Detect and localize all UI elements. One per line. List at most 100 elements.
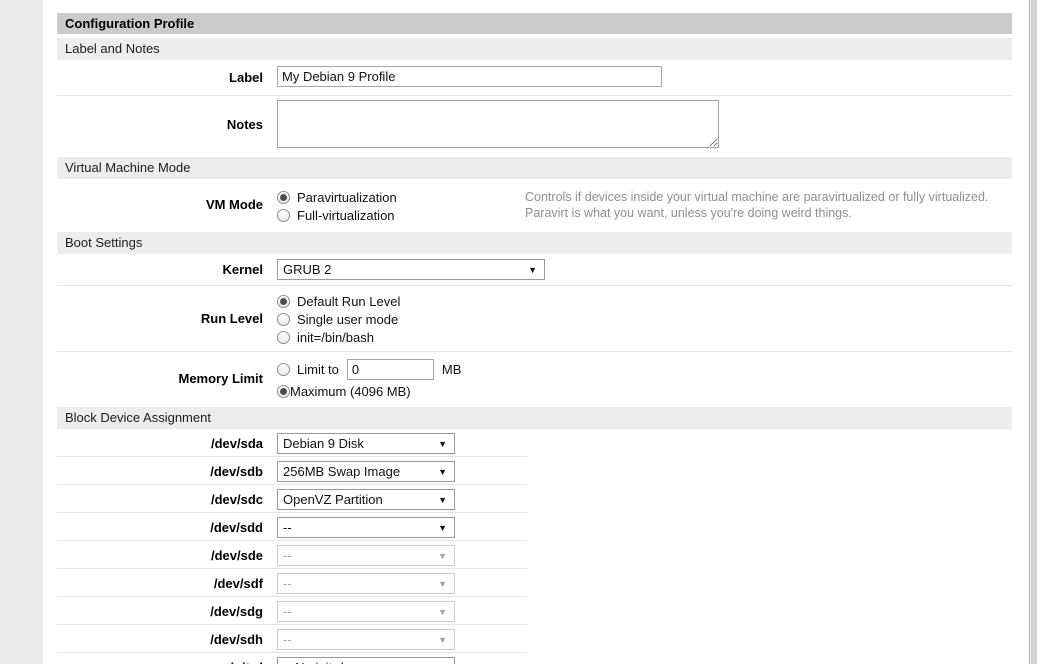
device-row-sde: /dev/sde -- ▼ [57,541,1012,569]
radio-unchecked-icon[interactable] [277,331,290,344]
device-field-area: 256MB Swap Image ▼ [270,457,1012,485]
dropdown-arrow-icon: ▼ [438,635,447,645]
device-selected-value: 256MB Swap Image [283,464,432,479]
device-select-sdb[interactable]: 256MB Swap Image ▼ [277,461,455,482]
device-row-sdb: /dev/sdb 256MB Swap Image ▼ [57,457,1012,485]
section-heading-boot-settings: Boot Settings [57,232,1012,254]
dropdown-arrow-icon: ▼ [438,439,447,449]
device-label: /dev/sdh [57,625,270,653]
radio-option-label: Single user mode [297,312,398,327]
radio-unchecked-icon[interactable] [277,209,290,222]
device-selected-value: -- [283,576,432,591]
vertical-scrollbar[interactable] [1029,0,1037,664]
dropdown-arrow-icon: ▼ [438,523,447,533]
device-row-sdd: /dev/sdd -- ▼ [57,513,1012,541]
device-selected-value: -- [283,520,432,535]
device-field-area: Debian 9 Disk ▼ [270,429,1012,457]
left-margin-strip [0,0,43,664]
device-selected-value: -- No initrd -- [283,660,432,664]
device-selected-value: -- [283,548,432,563]
device-row-sdg: /dev/sdg -- ▼ [57,597,1012,625]
run-level-options: Default Run Level Single user mode init=… [270,286,1012,351]
radio-checked-icon[interactable] [277,385,290,398]
device-label: initrd [57,653,270,664]
scrollbar-thumb[interactable] [1031,0,1037,664]
section-heading-label-and-notes: Label and Notes [57,38,1012,60]
dropdown-arrow-icon: ▼ [438,551,447,561]
device-label: /dev/sda [57,429,270,457]
device-select-sdh: -- ▼ [277,629,455,650]
device-label: /dev/sdf [57,569,270,597]
device-select-sdf: -- ▼ [277,573,455,594]
label-field-label: Label [57,60,270,95]
memory-limit-option-maximum[interactable]: Maximum (4096 MB) [277,382,1012,400]
device-select-initrd[interactable]: -- No initrd -- ▼ [277,657,455,664]
device-label: /dev/sdd [57,513,270,541]
memory-limit-option-limit-to[interactable]: Limit to MB [277,358,1012,380]
device-select-sdc[interactable]: OpenVZ Partition ▼ [277,489,455,510]
device-row-sda: /dev/sda Debian 9 Disk ▼ [57,429,1012,457]
device-label: /dev/sdb [57,457,270,485]
device-select-sda[interactable]: Debian 9 Disk ▼ [277,433,455,454]
notes-row: Notes [57,96,1012,153]
limit-to-label: Limit to [297,362,339,377]
device-label: /dev/sdg [57,597,270,625]
kernel-selected-value: GRUB 2 [283,262,522,277]
device-selected-value: -- [283,632,432,647]
run-level-option-default[interactable]: Default Run Level [277,292,1012,310]
kernel-field-area: GRUB 2 ▼ [270,254,1012,285]
label-row: Label [57,60,1012,96]
device-field-area: OpenVZ Partition ▼ [270,485,1012,513]
radio-unchecked-icon[interactable] [277,363,290,376]
device-field-area: -- ▼ [270,597,1012,625]
memory-limit-label: Memory Limit [57,352,270,405]
device-label: /dev/sde [57,541,270,569]
dropdown-arrow-icon: ▼ [438,607,447,617]
dropdown-arrow-icon: ▼ [528,265,537,275]
device-selected-value: OpenVZ Partition [283,492,432,507]
kernel-label: Kernel [57,254,270,285]
kernel-row: Kernel GRUB 2 ▼ [57,254,1012,286]
memory-unit-label: MB [442,362,462,377]
kernel-select[interactable]: GRUB 2 ▼ [277,259,545,280]
radio-checked-icon[interactable] [277,191,290,204]
device-selected-value: Debian 9 Disk [283,436,432,451]
vm-mode-label: VM Mode [57,179,270,229]
dropdown-arrow-icon: ▼ [438,579,447,589]
device-select-sdg: -- ▼ [277,601,455,622]
notes-textarea[interactable] [277,100,719,148]
dropdown-arrow-icon: ▼ [438,495,447,505]
memory-limit-input[interactable] [347,359,434,380]
radio-checked-icon[interactable] [277,295,290,308]
notes-field-area [270,96,1012,153]
radio-option-label: Full-virtualization [297,208,395,223]
label-field-area [270,60,1012,95]
device-select-sdd[interactable]: -- ▼ [277,517,455,538]
device-selected-value: -- [283,604,432,619]
run-level-option-init-bin-bash[interactable]: init=/bin/bash [277,328,1012,346]
form-title: Configuration Profile [57,13,1012,34]
radio-option-label: init=/bin/bash [297,330,374,345]
section-heading-virtual-machine-mode: Virtual Machine Mode [57,157,1012,179]
radio-option-label: Default Run Level [297,294,400,309]
device-field-area: -- ▼ [270,513,1012,541]
memory-limit-row: Memory Limit Limit to MB Maximum (4096 M… [57,352,1012,405]
radio-option-label: Paravirtualization [297,190,397,205]
page: Configuration Profile Label and Notes La… [0,0,1037,664]
device-row-initrd: initrd -- No initrd -- ▼ [57,653,1012,664]
device-field-area: -- No initrd -- ▼ [270,653,1012,664]
run-level-option-single-user[interactable]: Single user mode [277,310,1012,328]
help-line: Controls if devices inside your virtual … [525,189,1012,205]
device-label: /dev/sdc [57,485,270,513]
vm-mode-help-text: Controls if devices inside your virtual … [525,189,1012,221]
device-field-area: -- ▼ [270,541,1012,569]
device-row-sdh: /dev/sdh -- ▼ [57,625,1012,653]
label-input[interactable] [277,66,662,87]
device-field-area: -- ▼ [270,625,1012,653]
notes-field-label: Notes [57,96,270,153]
memory-limit-options: Limit to MB Maximum (4096 MB) [270,352,1012,405]
radio-unchecked-icon[interactable] [277,313,290,326]
run-level-row: Run Level Default Run Level Single user … [57,286,1012,352]
dropdown-arrow-icon: ▼ [438,467,447,477]
configuration-profile-form: Configuration Profile Label and Notes La… [57,13,1012,664]
